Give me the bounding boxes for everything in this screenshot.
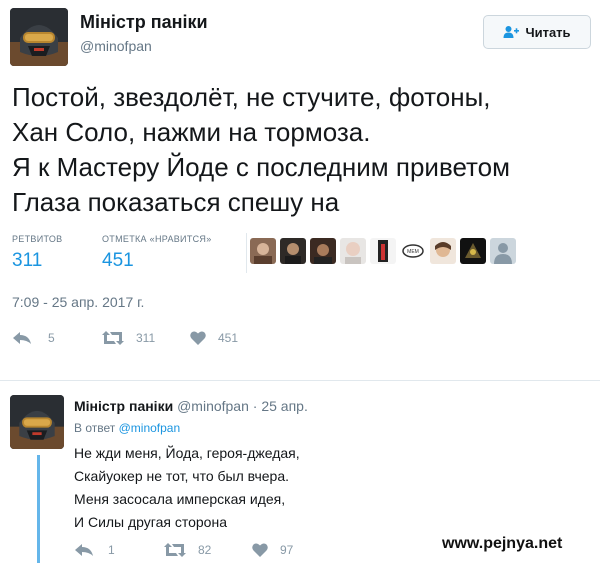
liker-avatar[interactable]: MEM bbox=[400, 238, 426, 264]
retweet-icon bbox=[102, 331, 124, 345]
author-name[interactable]: Міністр паніки bbox=[80, 12, 208, 33]
author-handle[interactable]: @minofpan bbox=[80, 38, 152, 54]
tweet-line: Глаза показаться спешу на bbox=[12, 187, 340, 217]
reply-count: 5 bbox=[48, 331, 55, 345]
reply-reply-action[interactable]: 1 bbox=[74, 543, 115, 557]
tweet-line: Я к Мастеру Йоде с последним приветом bbox=[12, 152, 511, 182]
heart-icon bbox=[252, 543, 268, 557]
likes-count[interactable]: 451 bbox=[102, 250, 134, 272]
follow-button[interactable]: Читать bbox=[483, 15, 591, 49]
liker-avatar[interactable] bbox=[280, 238, 306, 264]
site-watermark: www.pejnya.net bbox=[442, 535, 563, 552]
stats-divider bbox=[246, 233, 247, 273]
reply-line: Меня засосала имперская идея, bbox=[74, 491, 286, 507]
tweet-timestamp[interactable]: 7:09 - 25 апр. 2017 г. bbox=[12, 294, 144, 310]
reply-author-handle[interactable]: @minofpan bbox=[177, 398, 249, 414]
tweet-line: Хан Соло, нажми на тормоза. bbox=[12, 117, 371, 147]
liker-avatar[interactable] bbox=[430, 238, 456, 264]
tweet-line: Постой, звездолёт, не стучите, фотоны, bbox=[12, 82, 491, 112]
section-divider bbox=[0, 380, 600, 381]
liker-avatar[interactable] bbox=[250, 238, 276, 264]
liker-avatar[interactable] bbox=[340, 238, 366, 264]
follow-button-label: Читать bbox=[525, 24, 571, 40]
likers-avatars: MEM bbox=[250, 238, 516, 264]
reply-line: И Силы другая сторона bbox=[74, 514, 227, 530]
reply-like-action[interactable]: 97 bbox=[252, 543, 293, 557]
retweet-count: 311 bbox=[136, 331, 156, 345]
reply-text: Не жди меня, Йода, героя-джедая, Скайуок… bbox=[74, 442, 300, 534]
liker-avatar[interactable] bbox=[460, 238, 486, 264]
reply-retweet-count: 82 bbox=[198, 543, 212, 557]
like-action[interactable]: 451 bbox=[190, 331, 238, 345]
reply-like-count: 97 bbox=[280, 543, 294, 557]
helmet-avatar-image bbox=[10, 395, 64, 449]
reply-author-name[interactable]: Міністр паніки bbox=[74, 398, 173, 414]
helmet-avatar-image bbox=[10, 8, 68, 66]
tweet-text: Постой, звездолёт, не стучите, фотоны, Х… bbox=[12, 80, 592, 220]
retweet-icon bbox=[164, 543, 186, 557]
reply-to-prefix: В ответ bbox=[74, 421, 116, 435]
reply-to-mention[interactable]: @minofpan bbox=[119, 421, 181, 435]
reply-separator-dot: · bbox=[252, 398, 258, 414]
reply-line: Не жди меня, Йода, героя-джедая, bbox=[74, 445, 300, 461]
reply-icon bbox=[13, 332, 31, 344]
retweets-count[interactable]: 311 bbox=[12, 250, 42, 272]
like-count: 451 bbox=[218, 331, 239, 345]
heart-icon bbox=[190, 331, 206, 345]
retweets-label: РЕТВИТОВ bbox=[12, 234, 63, 244]
thread-line bbox=[37, 455, 40, 563]
reply-icon bbox=[75, 544, 93, 556]
liker-avatar[interactable] bbox=[370, 238, 396, 264]
likes-label: ОТМЕТКА «НРАВИТСЯ» bbox=[102, 234, 212, 244]
reply-author-avatar[interactable] bbox=[10, 395, 64, 449]
reply-date[interactable]: 25 апр. bbox=[261, 398, 308, 414]
reply-to-line: В ответ @minofpan bbox=[74, 421, 180, 435]
retweet-action[interactable]: 311 bbox=[102, 331, 155, 345]
reply-reply-count: 1 bbox=[108, 543, 115, 557]
follow-user-icon bbox=[503, 26, 520, 38]
reply-line: Скайуокер не тот, что был вчера. bbox=[74, 468, 290, 484]
liker-avatar[interactable] bbox=[310, 238, 336, 264]
author-avatar[interactable] bbox=[10, 8, 68, 66]
liker-avatar-default[interactable] bbox=[490, 238, 516, 264]
reply-action[interactable]: 5 bbox=[12, 331, 55, 345]
reply-header: Міністр паніки @minofpan · 25 апр. bbox=[74, 398, 308, 414]
svg-text:MEM: MEM bbox=[407, 249, 419, 255]
reply-retweet-action[interactable]: 82 bbox=[164, 543, 211, 557]
